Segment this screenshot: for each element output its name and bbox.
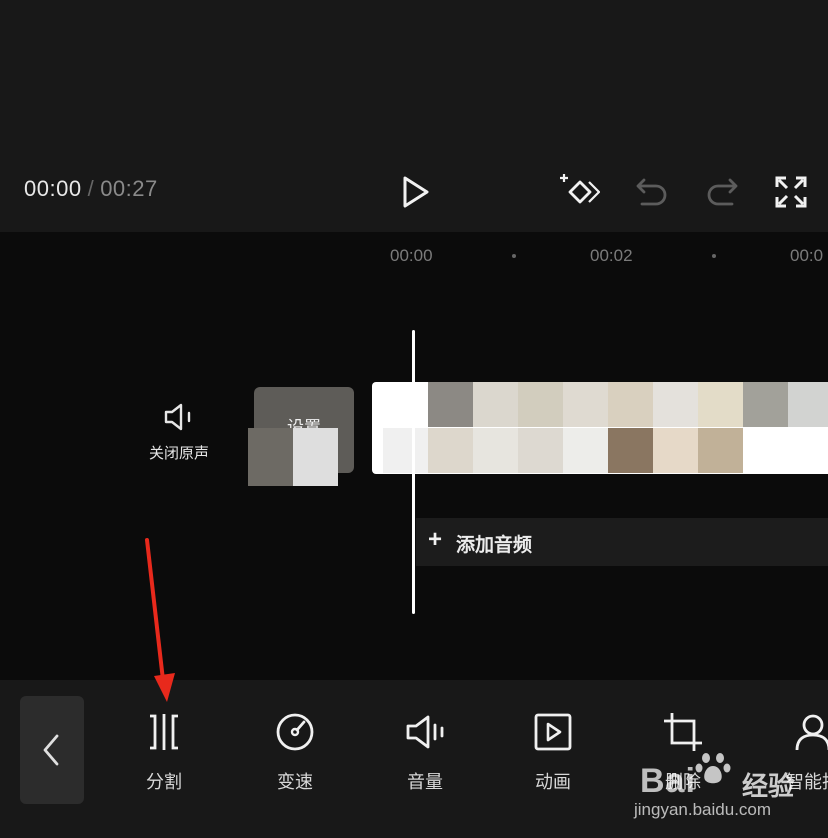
speed-label: 变速 <box>277 772 313 792</box>
watermark-text: 经验 <box>742 771 795 801</box>
clip-thumbnail-cell <box>383 428 428 473</box>
clip-thumbnail-cell <box>428 428 473 473</box>
keyframe-icon[interactable] <box>560 172 600 212</box>
animation-button[interactable]: 动画 <box>508 710 598 794</box>
clip-thumbnail-cell <box>788 382 828 427</box>
ruler-dot <box>512 254 516 258</box>
clip-thumbnail-cell <box>428 382 473 427</box>
paw-icon <box>695 753 731 784</box>
chevron-left-icon <box>43 734 59 766</box>
clip-thumbnail-cell <box>653 428 698 473</box>
clip-thumbnail-cell <box>608 382 653 427</box>
animation-icon <box>534 713 572 751</box>
baidu-watermark: Bai 经验 jingyan.baidu.com <box>632 740 828 828</box>
watermark-brand: Bai <box>640 762 696 800</box>
clip-thumbnail-cell <box>473 428 518 473</box>
clip-thumbnail-cell <box>743 428 788 473</box>
speaker-icon <box>164 403 191 431</box>
clip-thumbnail-cell <box>698 382 743 427</box>
volume-button[interactable]: 音量 <box>380 710 470 794</box>
clip-thumbnails-top <box>428 382 828 427</box>
clip-thumbnail-cell <box>563 382 608 427</box>
split-icon <box>150 714 178 750</box>
ruler-label: 00:02 <box>590 246 633 265</box>
clip-thumbnail-cell <box>698 428 743 473</box>
clip-thumbnail-cell <box>743 382 788 427</box>
clip-thumbnails-bottom <box>383 428 828 473</box>
ruler-label: 00:00 <box>390 246 433 265</box>
fullscreen-icon[interactable] <box>771 172 811 212</box>
timeline[interactable]: 00:00 00:02 00:0 关闭原声 设置 + 添加音频 <box>0 232 828 680</box>
clip-thumbnail-cell <box>518 382 563 427</box>
play-icon[interactable] <box>395 172 435 212</box>
clip-thumbnail-cell <box>473 382 518 427</box>
animation-label: 动画 <box>535 772 571 792</box>
speed-button[interactable]: 变速 <box>250 710 340 794</box>
plus-icon: + <box>428 526 443 553</box>
split-button[interactable]: 分割 <box>119 710 209 794</box>
time-display: 00:00/00:27 <box>24 176 158 202</box>
add-audio-button[interactable]: + 添加音频 <box>416 518 828 566</box>
playhead[interactable] <box>412 330 415 614</box>
undo-icon[interactable] <box>632 172 672 212</box>
total-time: 00:27 <box>100 176 158 201</box>
mute-original-audio-button[interactable]: 关闭原声 <box>140 400 218 463</box>
split-label: 分割 <box>146 772 182 792</box>
ruler-dot <box>712 254 716 258</box>
clip-thumbnail-cell <box>608 428 653 473</box>
back-button[interactable] <box>20 696 84 804</box>
mute-label: 关闭原声 <box>148 445 209 462</box>
video-track-clip[interactable] <box>372 382 828 474</box>
video-preview[interactable] <box>0 0 828 150</box>
current-time: 00:00 <box>24 176 82 201</box>
clip-thumbnail-cell <box>653 382 698 427</box>
redo-icon[interactable] <box>702 172 742 212</box>
clip-thumbnail-cell <box>563 428 608 473</box>
playback-controls: 00:00/00:27 <box>0 150 828 232</box>
time-separator: / <box>87 176 95 201</box>
ruler-label: 00:0 <box>790 246 824 265</box>
clip-thumbnail-cell <box>788 428 828 473</box>
volume-icon <box>406 715 444 749</box>
cover-thumbnail <box>248 428 338 486</box>
add-audio-label: 添加音频 <box>456 535 533 556</box>
speed-icon <box>276 713 314 751</box>
volume-label: 音量 <box>407 772 443 792</box>
watermark-url: jingyan.baidu.com <box>634 800 772 819</box>
clip-thumbnail-cell <box>518 428 563 473</box>
